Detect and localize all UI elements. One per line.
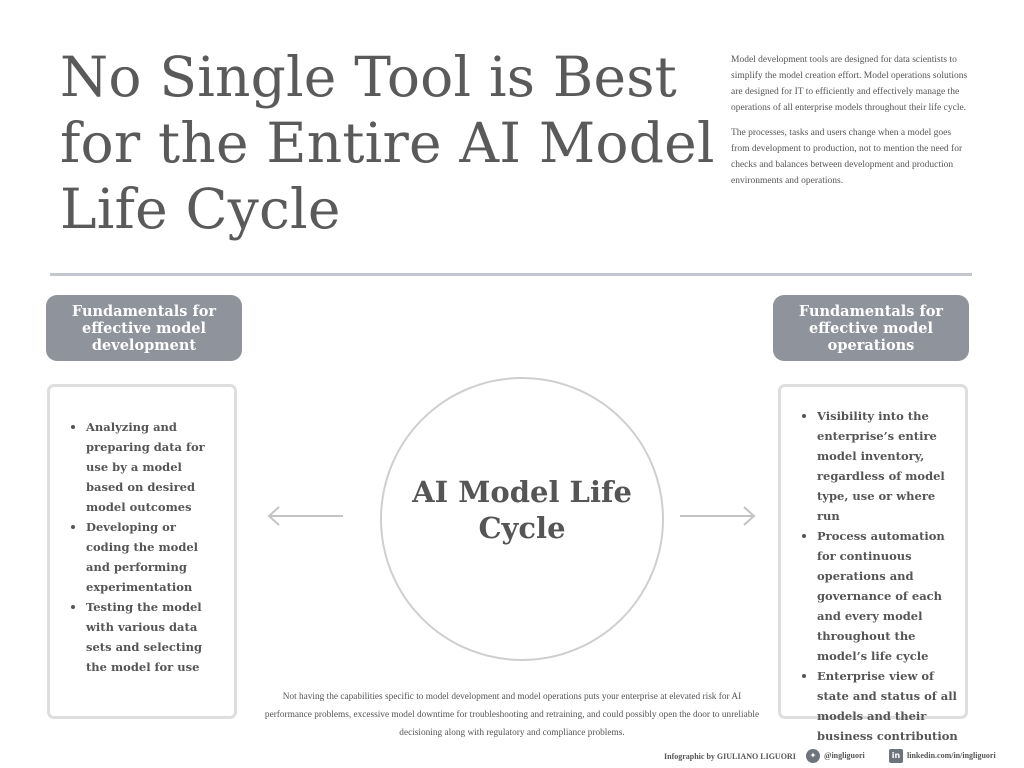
development-item: Testing the model with various data sets… — [69, 597, 219, 677]
arrow-left-icon — [267, 506, 343, 526]
linkedin-link[interactable]: in linkedin.com/in/ingliguori — [889, 749, 996, 763]
intro-text: Model development tools are designed for… — [731, 52, 971, 198]
credit-text: Infographic by GIULIANO LIGUORI — [664, 752, 796, 761]
intro-paragraph: The processes, tasks and users change wh… — [731, 128, 963, 186]
operations-heading: Fundamentals for effective model operati… — [773, 295, 969, 361]
twitter-handle: @ingliguori — [824, 751, 865, 760]
arrow-right-icon — [680, 506, 756, 526]
intro-paragraph: Model development tools are designed for… — [731, 55, 968, 113]
development-list: Analyzing and preparing data for use by … — [69, 417, 219, 677]
development-item: Analyzing and preparing data for use by … — [69, 417, 219, 517]
divider — [50, 273, 972, 276]
footnote: Not having the capabilities specific to … — [264, 692, 760, 738]
twitter-icon: ✦ — [806, 749, 820, 763]
development-heading: Fundamentals for effective model develop… — [46, 295, 242, 361]
operations-item: Visibility into the enterprise’s entire … — [800, 406, 960, 526]
operations-list: Visibility into the enterprise’s entire … — [800, 406, 960, 746]
life-cycle-label: AI Model Life Cycle — [412, 475, 632, 545]
twitter-link[interactable]: ✦ @ingliguori — [806, 749, 865, 763]
development-heading-label: Fundamentals for effective model develop… — [71, 302, 217, 354]
development-item: Developing or coding the model and perfo… — [69, 517, 219, 597]
operations-heading-label: Fundamentals for effective model operati… — [798, 302, 944, 354]
development-card: Analyzing and preparing data for use by … — [47, 384, 237, 719]
operations-item: Process automation for continuous operat… — [800, 526, 960, 666]
operations-item: Enterprise view of state and status of a… — [800, 666, 960, 746]
linkedin-url: linkedin.com/in/ingliguori — [907, 751, 996, 760]
operations-card: Visibility into the enterprise’s entire … — [778, 384, 968, 743]
page-title: No Single Tool is Best for the Entire AI… — [60, 45, 715, 241]
linkedin-icon: in — [889, 749, 903, 763]
